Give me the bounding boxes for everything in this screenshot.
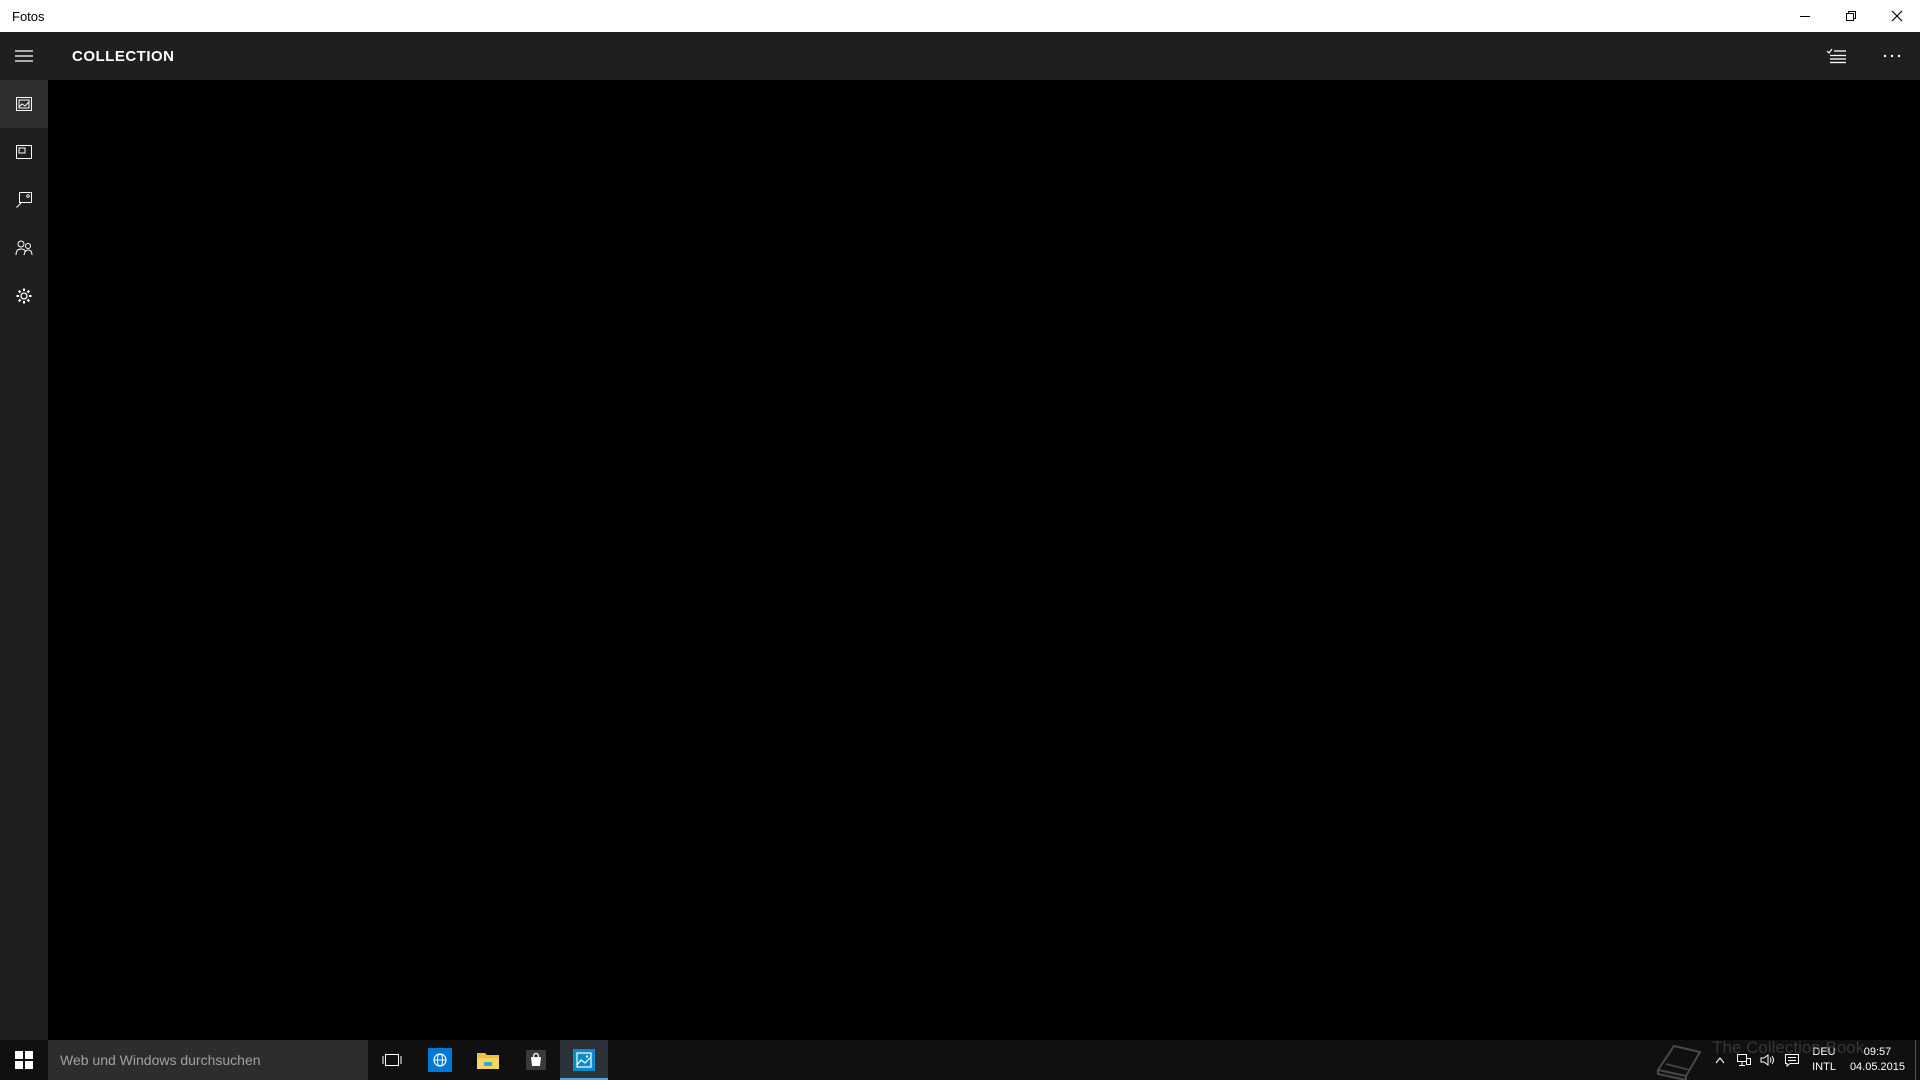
gear-icon: [16, 288, 32, 304]
select-button[interactable]: [1808, 32, 1864, 80]
taskbar-browser[interactable]: [416, 1040, 464, 1080]
minimize-button[interactable]: [1782, 0, 1828, 32]
title-bar: Fotos: [0, 0, 1920, 32]
task-view-icon: [382, 1054, 402, 1066]
nav-item-people[interactable]: [0, 224, 48, 272]
photos-icon: [16, 97, 32, 111]
taskbar-photos[interactable]: [560, 1040, 608, 1080]
restore-button[interactable]: [1828, 0, 1874, 32]
nav-item-collection[interactable]: [0, 80, 48, 128]
select-icon: [1826, 48, 1846, 64]
nav-item-folders[interactable]: [0, 176, 48, 224]
page-title: COLLECTION: [72, 47, 175, 65]
app-header: COLLECTION: [0, 32, 1920, 80]
nav-item-albums[interactable]: [0, 128, 48, 176]
browser-icon: [428, 1048, 452, 1072]
watermark: The Collection Book: [1652, 1038, 1864, 1080]
collection-content-area[interactable]: [48, 80, 1920, 1040]
clock-date: 04.05.2015: [1849, 1061, 1905, 1073]
store-icon: [526, 1050, 546, 1070]
close-icon: [1891, 10, 1903, 22]
windows-logo-icon: [15, 1051, 33, 1069]
taskbar-store[interactable]: [512, 1040, 560, 1080]
taskbar-file-explorer[interactable]: [464, 1040, 512, 1080]
show-desktop-button[interactable]: [1915, 1040, 1920, 1080]
nav-item-settings[interactable]: [0, 272, 48, 320]
restore-icon: [1846, 11, 1856, 21]
hamburger-icon: [15, 50, 33, 62]
folder-pictures-icon: [16, 192, 32, 208]
search-input[interactable]: Web und Windows durchsuchen: [48, 1040, 368, 1080]
start-button[interactable]: [0, 1040, 48, 1080]
nav-rail: [0, 80, 48, 1040]
file-explorer-icon: [477, 1053, 499, 1069]
more-options-button[interactable]: [1864, 32, 1920, 80]
task-view-button[interactable]: [368, 1040, 416, 1080]
people-icon: [15, 240, 33, 256]
app-title: Fotos: [12, 8, 45, 24]
book-icon: [1656, 1044, 1702, 1080]
hamburger-menu-button[interactable]: [0, 32, 48, 80]
keyboard-layout: INTL: [1812, 1061, 1836, 1073]
taskbar: Web und Windows durchsuchen The Collecti…: [0, 1038, 1920, 1080]
more-icon: [1883, 54, 1901, 58]
photos-icon: [573, 1049, 595, 1071]
album-icon: [16, 145, 32, 159]
close-button[interactable]: [1874, 0, 1920, 32]
minimize-icon: [1800, 16, 1810, 17]
watermark-text: The Collection Book: [1712, 1038, 1865, 1057]
